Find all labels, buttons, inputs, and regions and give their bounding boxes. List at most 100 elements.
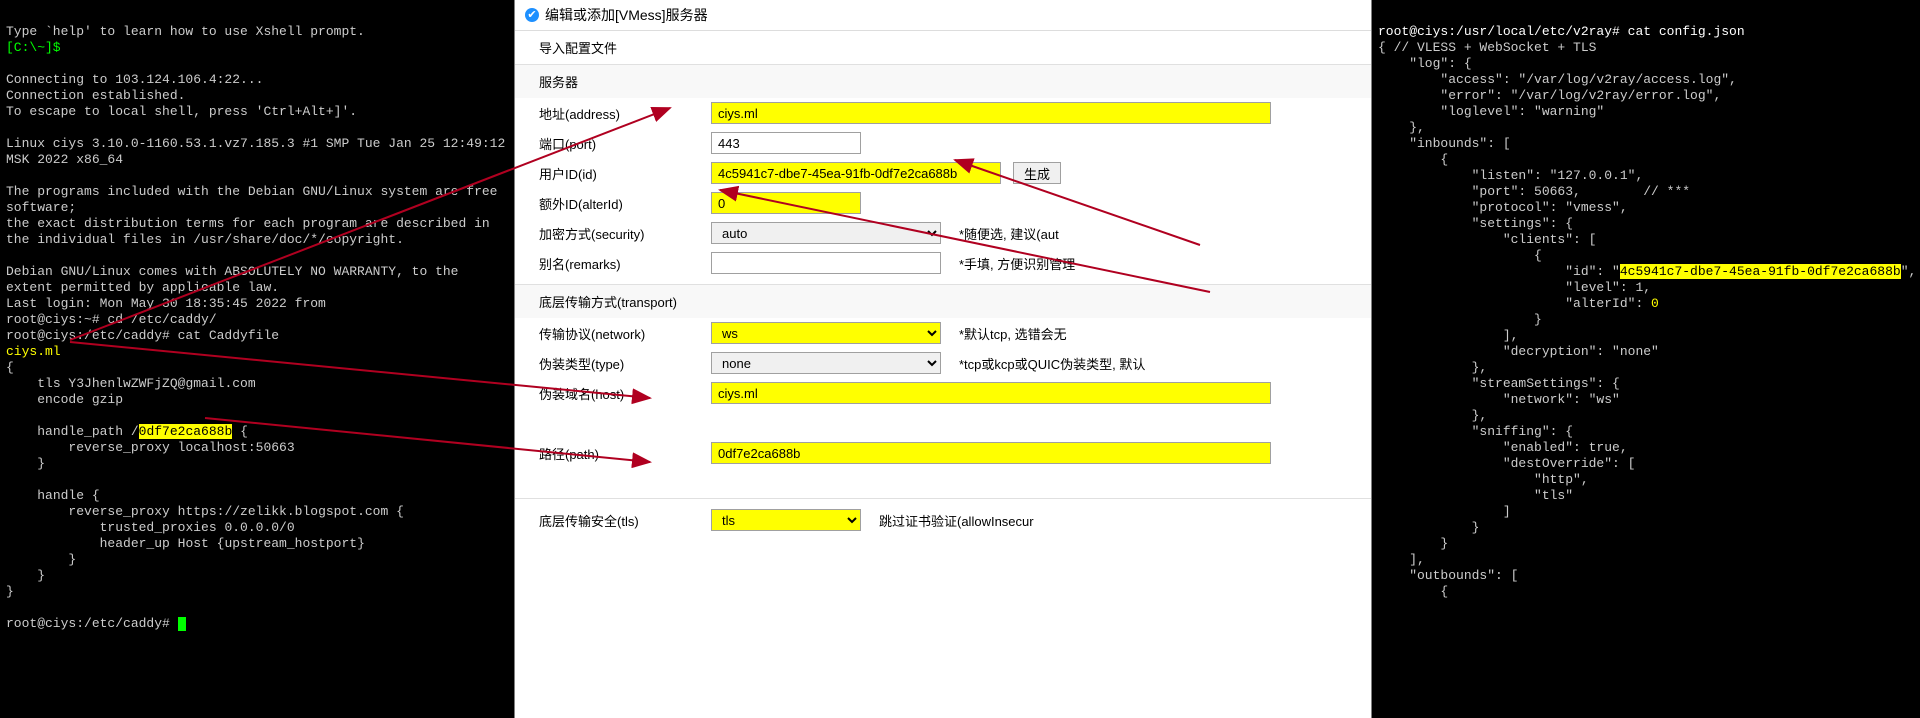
label-host: 伪装域名(host) — [539, 384, 699, 403]
generate-button[interactable]: 生成 — [1013, 162, 1061, 184]
r-l14: { — [1378, 248, 1542, 263]
r-l7: "inbounds": [ — [1378, 136, 1511, 151]
r-l19: ], — [1378, 328, 1518, 343]
hint-network: *默认tcp, 选错会无 — [959, 324, 1067, 343]
escape-hint: To escape to local shell, press 'Ctrl+Al… — [6, 104, 357, 119]
caddy-gzip: encode gzip — [6, 392, 123, 407]
r-l15c: ", // *** — [1901, 264, 1920, 279]
r-l25: "sniffing": { — [1378, 424, 1573, 439]
label-port: 端口(port) — [539, 134, 699, 153]
r-l17b: 0 — [1651, 296, 1659, 311]
label-path: 路径(path) — [539, 444, 699, 463]
hint-type: *tcp或kcp或QUIC伪装类型, 默认 — [959, 354, 1145, 373]
r-l32: } — [1378, 536, 1448, 551]
last-login: Last login: Mon May 30 18:35:45 2022 fro… — [6, 296, 334, 311]
debian-note2: the exact distribution terms for each pr… — [6, 216, 498, 247]
r-l11: "protocol": "vmess", — [1378, 200, 1628, 215]
r-l5: "loglevel": "warning" — [1378, 104, 1604, 119]
r-l35: { — [1378, 584, 1448, 599]
dialog-title-bar: ✔ 编辑或添加[VMess]服务器 — [515, 0, 1371, 31]
import-config-link[interactable]: 导入配置文件 — [515, 31, 1371, 64]
debian-note3: Debian GNU/Linux comes with ABSOLUTELY N… — [6, 264, 466, 295]
port-input[interactable] — [711, 132, 861, 154]
dialog-title: 编辑或添加[VMess]服务器 — [545, 5, 708, 25]
caddy-rp1: reverse_proxy localhost:50663 — [6, 440, 295, 455]
caddy-open: { — [6, 360, 14, 375]
address-input[interactable] — [711, 102, 1271, 124]
caddy-trusted: trusted_proxies 0.0.0.0/0 — [6, 520, 295, 535]
cat-cmd: root@ciys:/etc/caddy# cat Caddyfile — [6, 328, 279, 343]
caddy-tls: tls Y3JhenlwZWFjZQ@gmail.com — [6, 376, 256, 391]
r-l33: ], — [1378, 552, 1425, 567]
r-l15b: 4c5941c7-dbe7-45ea-91fb-0df7e2ca688b — [1620, 264, 1901, 279]
path-input[interactable] — [711, 442, 1271, 464]
r-l34: "outbounds": [ — [1378, 568, 1518, 583]
r-l26: "enabled": true, — [1378, 440, 1628, 455]
r-l16: "level": 1, — [1378, 280, 1651, 295]
hint-remarks: *手填, 方便识别管理 — [959, 254, 1075, 273]
r-l21: }, — [1378, 360, 1487, 375]
r-l22: "streamSettings": { — [1378, 376, 1620, 391]
id-input[interactable] — [711, 162, 1001, 184]
r-l9: "listen": "127.0.0.1", — [1378, 168, 1643, 183]
right-prompt: root@ciys:/usr/local/etc/v2ray# cat conf… — [1378, 24, 1745, 39]
label-type: 伪装类型(type) — [539, 354, 699, 373]
r-l13: "clients": [ — [1378, 232, 1596, 247]
r-l20: "decryption": "none" — [1378, 344, 1659, 359]
caddy-handlepath-pre: handle_path / — [6, 424, 139, 439]
caddy-close3: } — [6, 584, 14, 599]
prompt-end: root@ciys:/etc/caddy# — [6, 616, 178, 631]
linux-banner: Linux ciys 3.10.0-1160.53.1.vz7.185.3 #1… — [6, 136, 513, 167]
type-select[interactable]: none — [711, 352, 941, 374]
vmess-dialog: ✔ 编辑或添加[VMess]服务器 导入配置文件 服务器 地址(address)… — [514, 0, 1372, 718]
label-security: 加密方式(security) — [539, 224, 699, 243]
prompt-local: [C:\~]$ — [6, 40, 61, 55]
r-l3: "access": "/var/log/v2ray/access.log", — [1378, 72, 1737, 87]
security-select[interactable]: auto — [711, 222, 941, 244]
r-l8: { — [1378, 152, 1448, 167]
label-address: 地址(address) — [539, 104, 699, 123]
cursor-icon — [178, 617, 186, 631]
hint-tls: 跳过证书验证(allowInsecur — [879, 511, 1034, 530]
check-icon: ✔ — [525, 8, 539, 22]
terminal-right[interactable]: root@ciys:/usr/local/etc/v2ray# cat conf… — [1372, 0, 1920, 718]
label-id: 用户ID(id) — [539, 164, 699, 183]
section-server: 服务器 — [515, 65, 1371, 98]
r-l15a: "id": " — [1378, 264, 1620, 279]
cd-cmd: root@ciys:~# cd /etc/caddy/ — [6, 312, 217, 327]
r-l10: "port": 50663, // *** — [1378, 184, 1690, 199]
caddy-close2a: } — [6, 552, 76, 567]
label-alterid: 额外ID(alterId) — [539, 194, 699, 213]
caddy-close1: } — [6, 456, 45, 471]
r-l2: "log": { — [1378, 56, 1472, 71]
network-select[interactable]: ws — [711, 322, 941, 344]
hint-security: *随便选, 建议(aut — [959, 224, 1059, 243]
r-l30: ] — [1378, 504, 1511, 519]
help-line: Type `help' to learn how to use Xshell p… — [6, 24, 365, 39]
remarks-input[interactable] — [711, 252, 941, 274]
r-l6: }, — [1378, 120, 1425, 135]
r-l18: } — [1378, 312, 1542, 327]
label-network: 传输协议(network) — [539, 324, 699, 343]
label-tls: 底层传输安全(tls) — [539, 511, 699, 530]
r-l24: }, — [1378, 408, 1487, 423]
alterid-input[interactable] — [711, 192, 861, 214]
connecting: Connecting to 103.124.106.4:22... — [6, 72, 263, 87]
caddy-host: ciys.ml — [6, 344, 61, 359]
caddy-handlepath-hl: 0df7e2ca688b — [139, 424, 233, 439]
r-l1: { // VLESS + WebSocket + TLS — [1378, 40, 1596, 55]
r-l12: "settings": { — [1378, 216, 1573, 231]
r-l27: "destOverride": [ — [1378, 456, 1635, 471]
caddy-handlepath-post: { — [232, 424, 248, 439]
caddy-close2b: } — [6, 568, 45, 583]
r-l4: "error": "/var/log/v2ray/error.log", — [1378, 88, 1721, 103]
r-l23: "network": "ws" — [1378, 392, 1620, 407]
caddy-header: header_up Host {upstream_hostport} — [6, 536, 365, 551]
terminal-left[interactable]: Type `help' to learn how to use Xshell p… — [0, 0, 514, 718]
host-input[interactable] — [711, 382, 1271, 404]
r-l28: "http", — [1378, 472, 1589, 487]
label-remarks: 别名(remarks) — [539, 254, 699, 273]
r-l29: "tls" — [1378, 488, 1573, 503]
tls-select[interactable]: tls — [711, 509, 861, 531]
established: Connection established. — [6, 88, 185, 103]
